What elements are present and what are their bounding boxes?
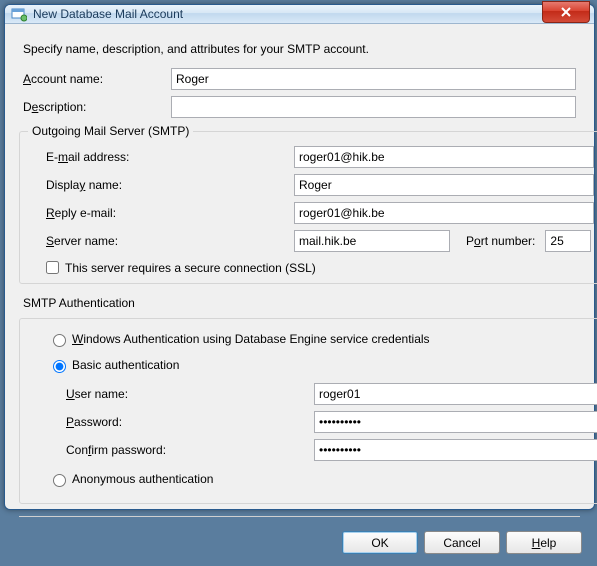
reply-email-input[interactable] <box>294 202 594 224</box>
ssl-label: This server requires a secure connection… <box>65 261 316 275</box>
dialog-window: New Database Mail Account Specify name, … <box>4 4 595 510</box>
account-name-label: Account name: <box>19 72 171 86</box>
windows-auth-radio[interactable] <box>53 334 66 347</box>
confirm-password-label: Confirm password: <box>28 443 314 457</box>
port-number-label: Port number: <box>466 234 535 248</box>
anonymous-auth-radio[interactable] <box>53 474 66 487</box>
window-title: New Database Mail Account <box>33 7 183 21</box>
separator <box>19 516 580 517</box>
description-label: Description: <box>19 100 171 114</box>
dialog-content: Specify name, description, and attribute… <box>5 24 594 523</box>
port-number-input[interactable] <box>545 230 591 252</box>
smtp-auth-header: SMTP Authentication <box>23 296 576 310</box>
smtp-legend: Outgoing Mail Server (SMTP) <box>28 124 193 138</box>
account-name-input[interactable] <box>171 68 576 90</box>
cancel-button[interactable]: Cancel <box>424 531 500 554</box>
titlebar[interactable]: New Database Mail Account <box>5 5 594 24</box>
help-button[interactable]: Help <box>506 531 582 554</box>
close-icon <box>561 7 571 17</box>
basic-auth-radio[interactable] <box>53 360 66 373</box>
app-icon <box>11 6 27 22</box>
reply-email-label: Reply e-mail: <box>28 206 294 220</box>
server-name-input[interactable] <box>294 230 450 252</box>
confirm-password-input[interactable] <box>314 439 597 461</box>
close-button[interactable] <box>542 1 590 23</box>
auth-fieldset: Windows Authentication using Database En… <box>19 318 597 504</box>
email-input[interactable] <box>294 146 594 168</box>
basic-auth-label: Basic authentication <box>72 358 179 372</box>
description-input[interactable] <box>171 96 576 118</box>
windows-auth-label: Windows Authentication using Database En… <box>72 332 430 346</box>
ssl-checkbox[interactable] <box>46 261 59 274</box>
password-label: Password: <box>28 415 314 429</box>
email-label: E-mail address: <box>28 150 294 164</box>
server-name-label: Server name: <box>28 234 294 248</box>
display-name-input[interactable] <box>294 174 594 196</box>
anonymous-auth-label: Anonymous authentication <box>72 472 213 486</box>
display-name-label: Display name: <box>28 178 294 192</box>
password-input[interactable] <box>314 411 597 433</box>
dialog-buttons: OK Cancel Help <box>5 523 594 566</box>
smtp-fieldset: Outgoing Mail Server (SMTP) E-mail addre… <box>19 124 597 284</box>
instruction-text: Specify name, description, and attribute… <box>23 42 576 56</box>
username-input[interactable] <box>314 383 597 405</box>
ok-button[interactable]: OK <box>342 531 418 554</box>
username-label: User name: <box>28 387 314 401</box>
